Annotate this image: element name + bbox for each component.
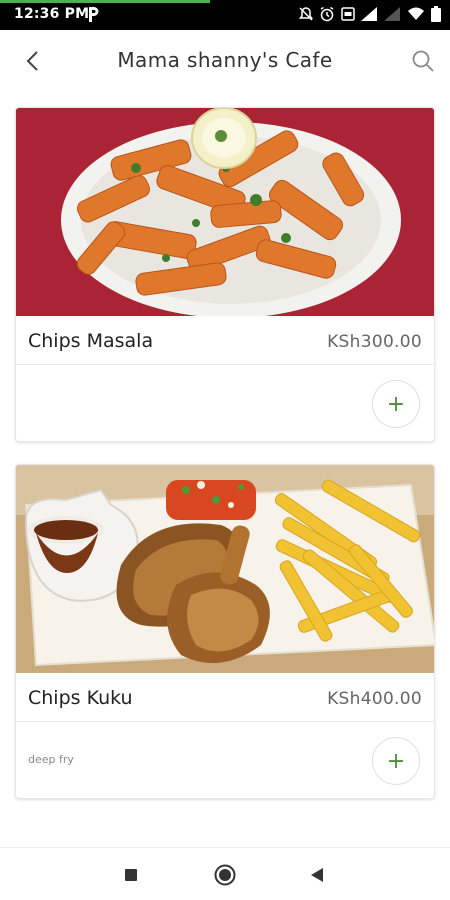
mute-icon xyxy=(299,7,313,21)
home-button[interactable] xyxy=(212,862,238,888)
page-title: Mama shanny's Cafe xyxy=(117,48,333,72)
add-to-cart-button[interactable]: + xyxy=(372,737,420,785)
back-arrow-icon xyxy=(26,51,38,71)
signal-icon xyxy=(384,7,400,21)
recents-button[interactable] xyxy=(118,862,144,888)
home-circle-icon xyxy=(214,864,236,886)
loading-progress-bar xyxy=(0,0,210,3)
battery-icon xyxy=(431,6,441,22)
status-icons xyxy=(298,6,442,22)
menu-item-card[interactable]: Chips Masala KSh300.00 + xyxy=(15,107,435,442)
back-button[interactable] xyxy=(18,46,48,76)
message-icon xyxy=(341,7,355,21)
app-header: Mama shanny's Cafe xyxy=(0,30,450,92)
item-name: Chips Kuku xyxy=(28,687,133,709)
item-price: KSh400.00 xyxy=(327,689,422,709)
system-nav-bar xyxy=(0,847,450,900)
search-icon xyxy=(412,50,434,72)
signal-icon xyxy=(361,7,377,21)
plus-icon: + xyxy=(386,391,406,417)
system-back-button[interactable] xyxy=(304,862,330,888)
menu-list: Chips Masala KSh300.00 + Chips Kuku KSh4… xyxy=(0,92,450,847)
add-to-cart-button[interactable]: + xyxy=(372,380,420,428)
card-divider xyxy=(16,364,434,365)
chips-masala-photo xyxy=(16,108,434,316)
wifi-icon xyxy=(408,7,424,20)
back-triangle-icon xyxy=(311,868,323,882)
status-time: 12:36 PM xyxy=(14,6,90,22)
item-name: Chips Masala xyxy=(28,330,154,352)
chips-kuku-photo xyxy=(16,465,434,673)
item-price: KSh300.00 xyxy=(327,332,422,352)
status-bar: 12:36 PM xyxy=(0,0,450,30)
alarm-icon xyxy=(320,6,334,22)
item-description: deep fry xyxy=(28,753,74,766)
search-button[interactable] xyxy=(408,46,438,76)
card-divider xyxy=(16,721,434,722)
p-app-icon xyxy=(89,7,99,22)
recents-square-icon xyxy=(125,869,137,881)
plus-icon: + xyxy=(386,748,406,774)
menu-item-card[interactable]: Chips Kuku KSh400.00 deep fry + xyxy=(15,464,435,799)
